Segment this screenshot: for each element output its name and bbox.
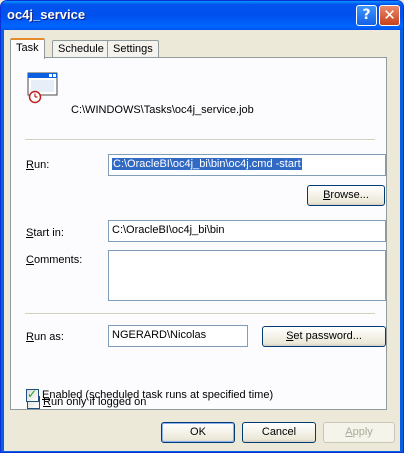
enabled-checkbox[interactable]: ✓ xyxy=(26,387,39,402)
run-as-label-accel: R xyxy=(26,331,34,343)
comments-textarea[interactable] xyxy=(108,250,386,301)
apply-button[interactable]: Apply xyxy=(323,422,395,443)
separator xyxy=(25,313,375,315)
title-bar[interactable]: oc4j_service ? ✕ xyxy=(1,1,403,30)
run-as-label: Run as: xyxy=(26,331,64,343)
cancel-button[interactable]: Cancel xyxy=(242,422,316,443)
run-label-rest: un: xyxy=(33,159,50,171)
set-password-rest: et password... xyxy=(293,330,362,342)
enabled-rest: nabled (scheduled task runs at specified… xyxy=(49,389,274,401)
close-icon[interactable]: ✕ xyxy=(379,5,400,26)
separator xyxy=(25,139,375,141)
task-properties-window: oc4j_service ? ✕ Task Schedule Settings … xyxy=(0,0,404,453)
ok-button[interactable]: OK xyxy=(161,422,235,443)
browse-button-rest: rowse... xyxy=(330,189,369,201)
run-as-input[interactable]: NGERARD\Nicolas xyxy=(108,325,248,347)
comments-label-rest: omments: xyxy=(33,254,83,266)
scheduled-task-icon xyxy=(27,72,58,104)
help-icon[interactable]: ? xyxy=(356,5,377,26)
run-label: Run: xyxy=(26,159,49,171)
run-label-accel: R xyxy=(26,159,34,171)
run-command-value: C:\OracleBI\oc4j_bi\bin\oc4j.cmd -start xyxy=(112,158,302,170)
start-in-label-rest: tart in: xyxy=(33,227,64,239)
tab-settings[interactable]: Settings xyxy=(107,40,159,57)
dialog-client-area: Task Schedule Settings C:\WINDOWS\Tasks\… xyxy=(4,30,400,451)
window-title: oc4j_service xyxy=(7,7,86,22)
comments-label: Comments: xyxy=(26,254,82,266)
start-in-input[interactable]: C:\OracleBI\oc4j_bi\bin xyxy=(108,220,386,242)
tab-schedule[interactable]: Schedule xyxy=(52,40,110,57)
run-command-input[interactable]: C:\OracleBI\oc4j_bi\bin\oc4j.cmd -start xyxy=(108,154,386,176)
apply-accel: A xyxy=(345,426,353,438)
apply-rest: pply xyxy=(352,426,373,438)
tab-task[interactable]: Task xyxy=(10,38,45,59)
comments-label-accel: C xyxy=(26,254,34,266)
run-as-label-rest: un as: xyxy=(33,331,64,343)
checkmark-icon: ✓ xyxy=(27,387,38,401)
enabled-label[interactable]: Enabled (scheduled task runs at specifie… xyxy=(42,389,273,401)
start-in-label: Start in: xyxy=(26,227,64,239)
job-file-path: C:\WINDOWS\Tasks\oc4j_service.job xyxy=(71,104,254,116)
browse-button[interactable]: Browse... xyxy=(307,185,385,206)
set-password-button[interactable]: Set password... xyxy=(262,326,386,347)
task-tab-panel: C:\WINDOWS\Tasks\oc4j_service.job Run: C… xyxy=(10,57,387,410)
